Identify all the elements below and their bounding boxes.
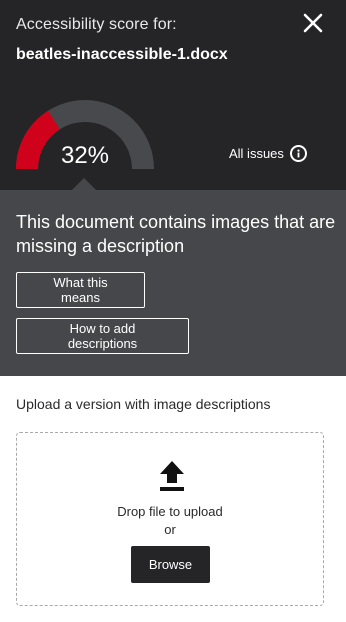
how-to-add-descriptions-button[interactable]: How to add descriptions [16, 318, 189, 354]
all-issues-link[interactable]: All issues [229, 141, 307, 165]
issue-message-band: This document contains images that are m… [0, 190, 346, 376]
upload-icon [160, 461, 184, 491]
issue-message: This document contains images that are m… [16, 212, 336, 256]
file-name: beatles-inaccessible-1.docx [16, 46, 228, 63]
what-this-means-button[interactable]: What this means [16, 272, 145, 308]
accessibility-panel: Accessibility score for: beatles-inacces… [0, 0, 346, 622]
info-icon [289, 144, 307, 162]
score-header: Accessibility score for: beatles-inacces… [0, 0, 346, 190]
or-separator: or [164, 522, 176, 537]
all-issues-label: All issues [229, 145, 284, 161]
score-label: Accessibility score for: [16, 16, 177, 33]
close-button[interactable] [298, 8, 328, 38]
close-icon [303, 13, 323, 33]
upload-title: Upload a version with image descriptions [16, 396, 271, 412]
drop-instructions: Drop file to upload [117, 504, 223, 519]
callout-pointer [72, 178, 96, 190]
score-percent: 32% [60, 142, 110, 169]
file-dropzone[interactable]: Drop file to upload or Browse [16, 432, 324, 606]
browse-button[interactable]: Browse [131, 546, 210, 583]
